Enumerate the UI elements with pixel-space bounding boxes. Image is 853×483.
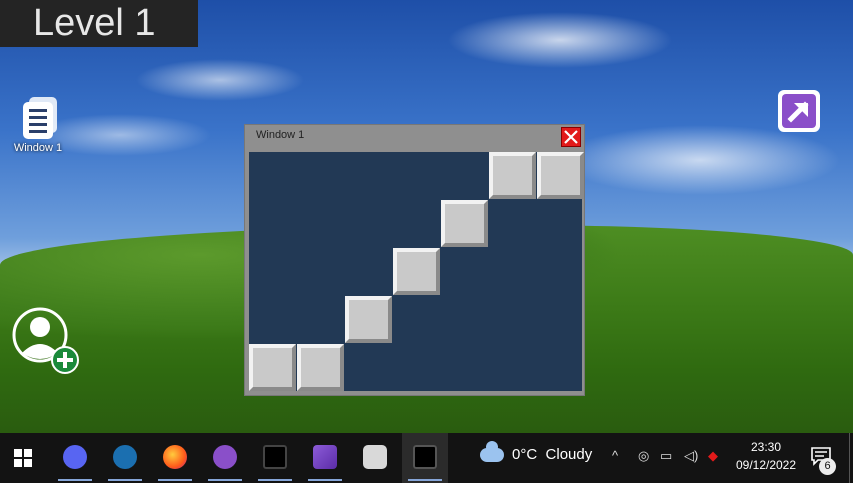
platform-block xyxy=(345,296,392,343)
taskbar-app-firefox[interactable] xyxy=(152,433,198,483)
firefox-icon xyxy=(163,445,187,469)
chevron-up-icon[interactable]: ^ xyxy=(612,448,618,463)
visual-studio-icon xyxy=(313,445,337,469)
start-button[interactable] xyxy=(0,433,46,483)
cloud-icon xyxy=(480,441,504,463)
unity-icon xyxy=(413,445,437,469)
desktop-icon-window-1[interactable]: Window 1 xyxy=(8,96,68,154)
taskbar-app-visual-studio[interactable] xyxy=(302,433,348,483)
weather-widget[interactable]: 0°C Cloudy xyxy=(480,441,593,463)
discord-icon xyxy=(63,445,87,469)
steam-icon xyxy=(113,445,137,469)
weather-temp: 0°C xyxy=(512,446,538,463)
windows-logo-icon xyxy=(14,449,32,467)
taskbar: 0°C Cloudy ^ ◎ ▭ ◁) ◆ 23:30 09/12/2022 6 xyxy=(0,433,853,483)
platform-block xyxy=(441,200,488,247)
window-close-button[interactable] xyxy=(561,127,581,147)
volume-icon[interactable]: ◁) xyxy=(684,448,698,464)
document-stack-icon xyxy=(20,96,57,139)
platform-block xyxy=(489,152,536,199)
taskbar-app-unity-hub[interactable] xyxy=(352,433,398,483)
platform-block xyxy=(393,248,440,295)
unity-icon xyxy=(263,445,287,469)
dropbox-icon[interactable]: ◆ xyxy=(708,448,718,464)
network-icon[interactable]: ▭ xyxy=(660,448,672,464)
taskbar-app-discord[interactable] xyxy=(52,433,98,483)
unity-hub-icon xyxy=(363,445,387,469)
platform-block xyxy=(537,152,584,199)
github-icon xyxy=(213,445,237,469)
close-icon xyxy=(564,130,578,144)
exit-arrow-icon[interactable] xyxy=(777,89,821,133)
window-title: Window 1 xyxy=(256,129,305,141)
platform-block xyxy=(297,344,344,391)
clock-date: 09/12/2022 xyxy=(735,458,797,472)
add-user-icon[interactable] xyxy=(12,307,82,375)
game-window[interactable]: Window 1 xyxy=(244,124,585,396)
taskbar-app-github[interactable] xyxy=(202,433,248,483)
taskbar-app-unity[interactable] xyxy=(252,433,298,483)
level-label: Level 1 xyxy=(0,0,198,47)
platform-block xyxy=(249,344,296,391)
notification-badge: 6 xyxy=(819,458,836,475)
desktop-icon-label: Window 1 xyxy=(13,142,63,154)
window-content xyxy=(249,152,584,391)
headset-icon[interactable]: ◎ xyxy=(638,448,649,464)
weather-condition: Cloudy xyxy=(545,446,593,463)
show-desktop-button[interactable] xyxy=(849,433,850,483)
clock-time: 23:30 xyxy=(750,440,782,454)
taskbar-app-unity-active[interactable] xyxy=(402,433,448,483)
clock[interactable]: 23:30 09/12/2022 xyxy=(730,438,802,474)
taskbar-app-steam[interactable] xyxy=(102,433,148,483)
